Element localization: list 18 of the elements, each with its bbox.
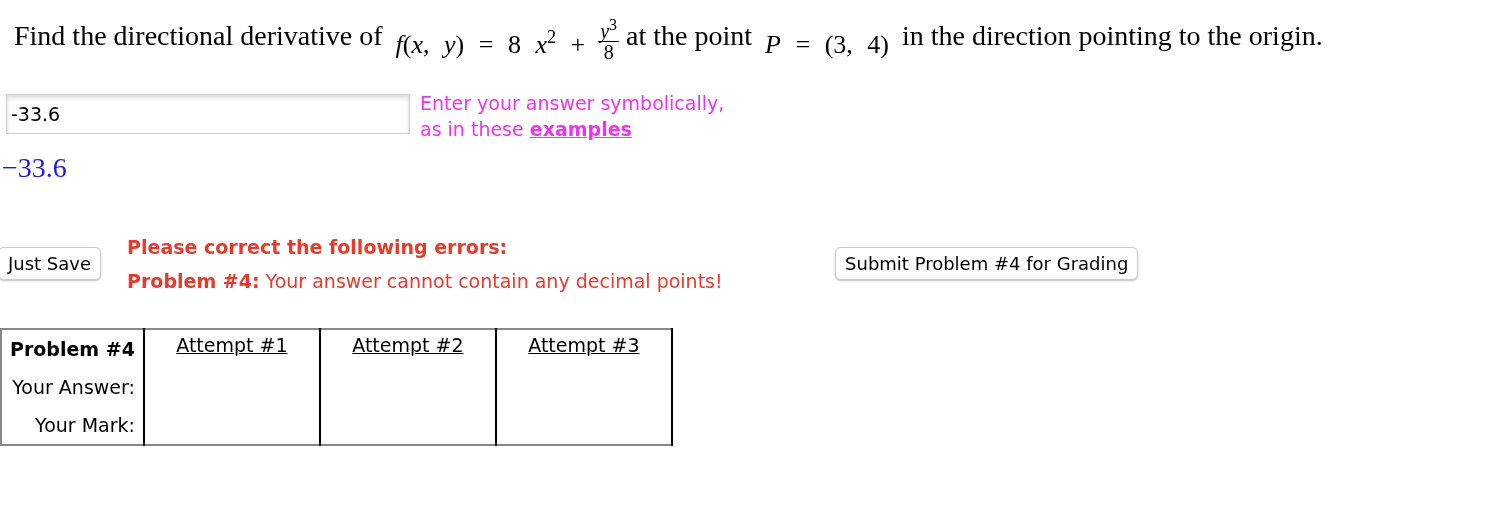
answer-field[interactable]: -33.6: [6, 93, 410, 134]
error-message: Problem #4: Your answer cannot contain any decimal points!: [127, 268, 724, 294]
submit-button[interactable]: Submit Problem #4 for Grading: [835, 247, 1139, 281]
row-label: Your Mark:: [1, 405, 144, 445]
attempt-link[interactable]: Attempt #2: [352, 333, 464, 356]
row-label: Your Answer:: [1, 367, 144, 406]
just-save-button[interactable]: Just Save: [0, 247, 102, 281]
hint-text: Enter your answer symbolically, as in these examples: [420, 90, 725, 142]
question-text: in the direction pointing to the origin.: [901, 19, 1323, 51]
answer-preview: −33.6: [2, 151, 68, 184]
problem-header: Problem #4: [1, 328, 144, 368]
question-text: at the point: [626, 19, 753, 51]
attempt-link[interactable]: Attempt #1: [176, 333, 288, 356]
error-title: Please correct the following errors:: [127, 234, 509, 260]
math-formula: P = (3, 4): [764, 29, 890, 59]
question-text: Find the directional derivative of: [14, 19, 383, 51]
math-formula: f(x, y) = 8 x$^{2}$ +: [394, 29, 587, 59]
attempt-link[interactable]: Attempt #3: [528, 333, 640, 356]
